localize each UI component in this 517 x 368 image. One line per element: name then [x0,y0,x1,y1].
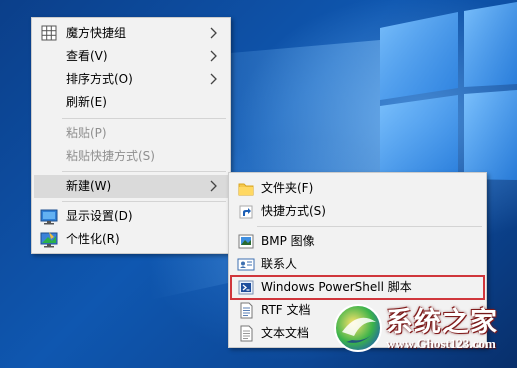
chevron-right-icon [208,26,218,40]
menu-item-new[interactable]: 新建(W) [34,175,228,198]
shortcut-icon [237,203,255,220]
watermark-logo-icon [334,304,382,352]
contact-icon [237,256,255,273]
menu-separator [62,118,226,119]
menu-item-paste: 粘贴(P) [34,122,228,145]
submenu-item-folder[interactable]: 文件夹(F) [231,177,484,200]
watermark: 系统之家 www.Ghost123.com [332,298,514,358]
submenu-item-label: 联系人 [261,257,298,271]
menu-item-label: 排序方式(O) [66,72,133,86]
submenu-item-label: Windows PowerShell 脚本 [261,280,412,294]
submenu-item-shortcut[interactable]: 快捷方式(S) [231,200,484,223]
menu-item-label: 刷新(E) [66,95,107,109]
menu-item-label: 显示设置(D) [66,209,133,223]
desktop-context-menu: 魔方快捷组 查看(V) 排序方式(O) 刷新(E) 粘贴(P) 粘贴快捷方式(S… [31,17,231,254]
powershell-script-icon [237,279,255,296]
chevron-right-icon [208,49,218,63]
submenu-item-label: 快捷方式(S) [261,204,326,218]
menu-item-personalize[interactable]: 个性化(R) [34,228,228,251]
menu-item-label: 粘贴(P) [66,126,107,140]
menu-item-paste-shortcut: 粘贴快捷方式(S) [34,145,228,168]
display-icon [40,208,58,225]
folder-icon [237,180,255,197]
submenu-item-label: RTF 文档 [261,303,311,317]
menu-separator [62,171,226,172]
text-document-icon [237,325,255,342]
chevron-right-icon [208,72,218,86]
menu-item-label: 新建(W) [66,179,112,193]
submenu-item-label: 文件夹(F) [261,181,314,195]
chevron-right-icon [208,179,218,193]
menu-item-display-settings[interactable]: 显示设置(D) [34,205,228,228]
personalize-icon [40,231,58,248]
menu-item-label: 魔方快捷组 [66,26,127,40]
submenu-item-label: BMP 图像 [261,234,315,248]
submenu-item-label: 文本文档 [261,326,310,340]
menu-item-mofang[interactable]: 魔方快捷组 [34,22,228,45]
bmp-image-icon [237,233,255,250]
menu-separator [257,226,482,227]
watermark-title: 系统之家 [386,307,498,338]
menu-item-label: 粘贴快捷方式(S) [66,149,155,163]
submenu-item-contact[interactable]: 联系人 [231,253,484,276]
menu-item-label: 个性化(R) [66,232,120,246]
rtf-document-icon [237,302,255,319]
menu-separator [62,201,226,202]
submenu-item-powershell-script[interactable]: Windows PowerShell 脚本 [230,275,485,300]
menu-item-label: 查看(V) [66,49,108,63]
menu-item-view[interactable]: 查看(V) [34,45,228,68]
submenu-item-bmp-image[interactable]: BMP 图像 [231,230,484,253]
watermark-url: www.Ghost123.com [386,336,496,351]
menu-item-sort[interactable]: 排序方式(O) [34,68,228,91]
grid-icon [40,25,58,42]
menu-item-refresh[interactable]: 刷新(E) [34,91,228,114]
